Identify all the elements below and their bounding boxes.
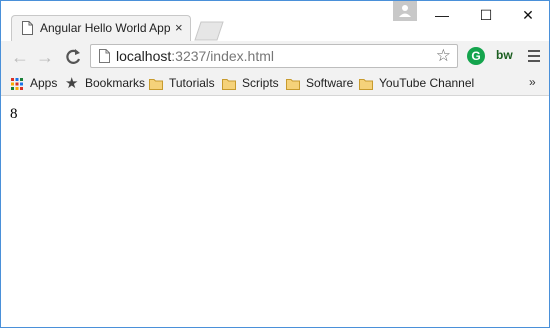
folder-icon xyxy=(359,79,373,90)
profile-icon[interactable] xyxy=(393,1,417,21)
tab-title: Angular Hello World Appli xyxy=(40,21,170,35)
bookmark-label: Scripts xyxy=(242,76,279,90)
bookmark-software[interactable]: Software xyxy=(286,76,354,92)
bookmark-youtube-channel[interactable]: YouTube Channel xyxy=(359,76,474,92)
browser-window: Angular Hello World Appli × — ☐ ✕ ← → lo… xyxy=(0,0,550,328)
bookmark-apps-label: Apps xyxy=(30,76,58,90)
bookmark-tutorials[interactable]: Tutorials xyxy=(149,76,217,92)
bookmark-bookmarks[interactable]: ★ Bookmarks xyxy=(65,75,146,92)
tab-active[interactable]: Angular Hello World Appli × xyxy=(11,15,191,41)
bookmark-apps[interactable]: Apps xyxy=(10,76,60,92)
bookmark-label: YouTube Channel xyxy=(379,76,475,90)
url-text[interactable]: localhost:3237/index.html xyxy=(116,48,274,64)
document-icon xyxy=(22,21,33,35)
new-tab-button[interactable] xyxy=(189,21,225,41)
browser-toolbar: ← → localhost:3237/index.html ☆ G bw xyxy=(1,41,549,73)
bookmark-label: Tutorials xyxy=(169,76,215,90)
bookmarks-bar: Apps ★ Bookmarks Tutorials Scripts Softw… xyxy=(1,73,549,96)
star-icon: ★ xyxy=(65,75,79,92)
maximize-button[interactable]: ☐ xyxy=(467,1,505,31)
folder-icon xyxy=(149,79,163,90)
address-bar[interactable]: localhost:3237/index.html ☆ xyxy=(90,44,458,68)
bookmark-label: Bookmarks xyxy=(85,76,146,90)
url-host: localhost xyxy=(116,48,172,64)
page-icon xyxy=(99,49,110,63)
bookmark-star-icon[interactable]: ☆ xyxy=(436,46,451,66)
close-window-button[interactable]: ✕ xyxy=(509,1,547,31)
minimize-button[interactable]: — xyxy=(423,1,461,31)
url-path: :3237/index.html xyxy=(171,48,274,64)
bookmark-scripts[interactable]: Scripts xyxy=(222,76,279,92)
tab-close-icon[interactable]: × xyxy=(175,20,183,35)
output-value: 8 xyxy=(10,106,18,122)
back-arrow-icon[interactable]: ← xyxy=(10,47,30,67)
grammarly-extension-icon[interactable]: G xyxy=(467,47,485,65)
folder-icon xyxy=(222,79,236,90)
bw-extension-icon[interactable]: bw xyxy=(496,48,513,62)
page-content: 8 xyxy=(1,96,549,327)
more-bookmarks-chevron-icon[interactable]: » xyxy=(529,75,536,89)
reload-icon[interactable] xyxy=(63,47,83,67)
title-bar: Angular Hello World Appli × — ☐ ✕ xyxy=(1,1,549,41)
apps-grid-icon xyxy=(11,78,23,90)
folder-icon xyxy=(286,79,300,90)
forward-arrow-icon[interactable]: → xyxy=(35,47,55,67)
bookmark-label: Software xyxy=(306,76,354,90)
menu-icon[interactable] xyxy=(527,47,541,65)
